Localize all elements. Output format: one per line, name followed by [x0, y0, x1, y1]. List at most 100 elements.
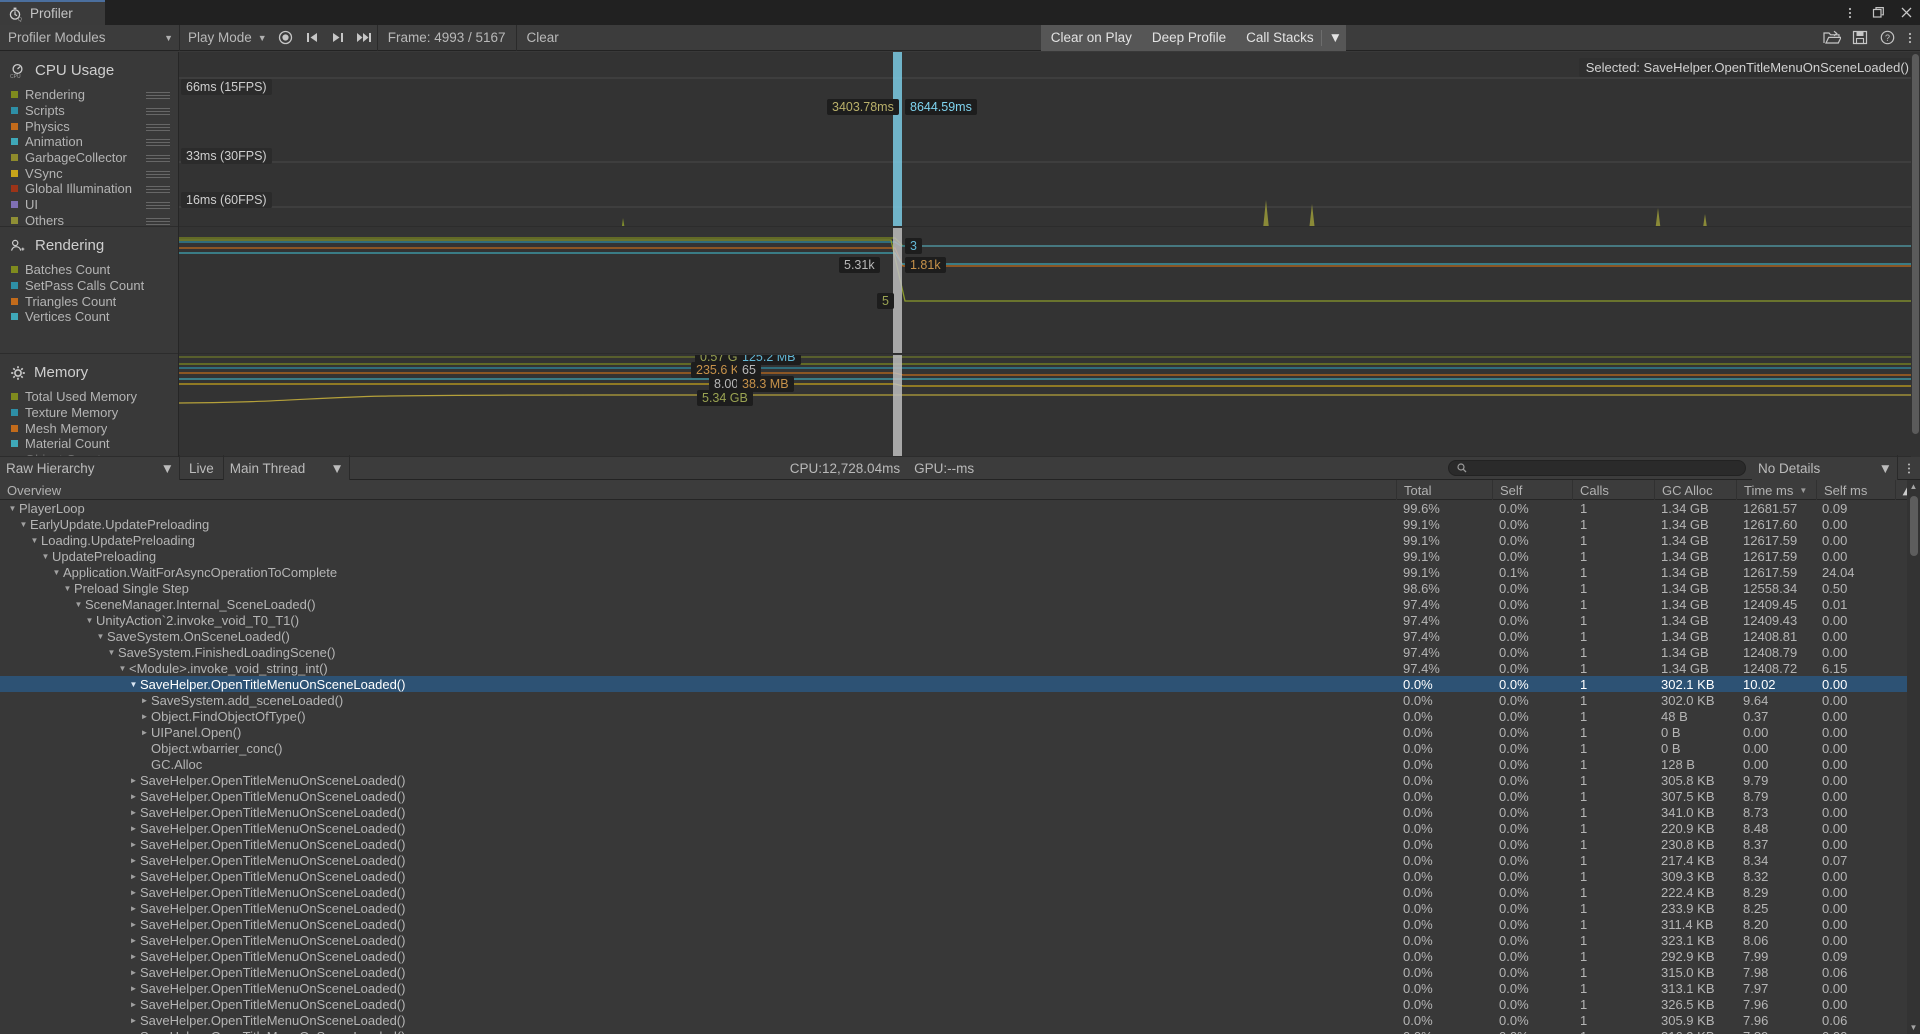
collapse-triangle-icon[interactable]: ▼	[127, 680, 140, 689]
cpu-usage-chart[interactable]: 66ms (15FPS) 33ms (30FPS) 16ms (60FPS) 3…	[179, 52, 1920, 227]
table-row[interactable]: ▼ SaveSystem.FinishedLoadingScene() 97.4% 0…	[0, 644, 1920, 660]
table-row[interactable]: ► SaveSystem.add_sceneLoaded() 0.0% 0.0% 1 30…	[0, 692, 1920, 708]
collapse-triangle-icon[interactable]: ▼	[17, 520, 30, 529]
memory-chart[interactable]: 0.57 GB 125.2 MB 235.6 KB 65 8.00k 38.3 …	[179, 355, 1920, 457]
table-row-selected[interactable]: ▼ SaveHelper.OpenTitleMenuOnSceneLoaded()…	[0, 676, 1920, 692]
table-row[interactable]: ►SaveHelper.OpenTitleMenuOnSceneLoaded()…	[0, 980, 1920, 996]
drag-handle-icon[interactable]	[146, 216, 170, 225]
close-icon[interactable]	[1898, 5, 1914, 21]
drag-handle-icon[interactable]	[146, 137, 170, 147]
counter-ui[interactable]: UI	[0, 197, 178, 213]
table-row[interactable]: ►SaveHelper.OpenTitleMenuOnSceneLoaded()…	[0, 788, 1920, 804]
table-row[interactable]: GC.Alloc 0.0% 0.0% 1 128 B 0.00 0.00	[0, 756, 1920, 772]
drag-handle-icon[interactable]	[146, 169, 170, 178]
table-row[interactable]: ►SaveHelper.OpenTitleMenuOnSceneLoaded()…	[0, 820, 1920, 836]
expand-triangle-icon[interactable]: ►	[127, 840, 140, 849]
table-row[interactable]: ▼ UpdatePreloading 99.1% 0.0% 1 1.34 GB 12617.…	[0, 548, 1920, 564]
clear-on-play-button[interactable]: Clear on Play	[1040, 24, 1142, 51]
table-row[interactable]: ►SaveHelper.OpenTitleMenuOnSceneLoaded()…	[0, 964, 1920, 980]
counter-setpass-calls-count[interactable]: SetPass Calls Count	[0, 278, 178, 294]
drag-handle-icon[interactable]	[146, 200, 170, 210]
record-button[interactable]	[273, 25, 299, 51]
column-header-total[interactable]: Total	[1396, 480, 1492, 500]
toolbar-overflow-button[interactable]	[1900, 25, 1920, 51]
search-input[interactable]	[1472, 461, 1737, 475]
collapse-triangle-icon[interactable]: ▼	[105, 648, 118, 657]
selected-frame-cursor[interactable]	[893, 52, 902, 226]
table-row[interactable]: ►SaveHelper.OpenTitleMenuOnSceneLoaded()…	[0, 916, 1920, 932]
first-frame-button[interactable]	[299, 25, 325, 51]
column-header-time-ms[interactable]: Time ms ▼	[1736, 480, 1816, 500]
table-row[interactable]: ▼ EarlyUpdate.UpdatePreloading 99.1% 0.0% 1 1…	[0, 516, 1920, 532]
table-row[interactable]: ▼ Preload Single Step 98.6% 0.0% 1 1.34 GB 125…	[0, 580, 1920, 596]
drag-handle-icon[interactable]	[146, 90, 170, 100]
load-profile-button[interactable]	[1818, 25, 1846, 51]
drag-handle-icon[interactable]	[146, 153, 170, 163]
kebab-menu-icon[interactable]	[1842, 5, 1858, 21]
counter-rendering[interactable]: Rendering	[0, 87, 178, 103]
module-cpu-usage[interactable]: CPU CPU Usage Rendering Scripts Physics	[0, 52, 178, 229]
table-row[interactable]: ►SaveHelper.OpenTitleMenuOnSceneLoaded()…	[0, 804, 1920, 820]
chart-scrollbar-thumb[interactable]	[1912, 54, 1919, 434]
expand-triangle-icon[interactable]: ►	[138, 728, 151, 737]
counter-mesh-memory[interactable]: Mesh Memory	[0, 420, 178, 436]
view-mode-dropdown[interactable]: Raw Hierarchy ▼	[0, 456, 179, 480]
collapse-triangle-icon[interactable]: ▼	[83, 616, 96, 625]
expand-triangle-icon[interactable]: ►	[138, 712, 151, 721]
chart-scrollbar[interactable]	[1911, 52, 1920, 457]
counter-triangles-count[interactable]: Triangles Count	[0, 293, 178, 309]
details-dropdown[interactable]: No Details ▼	[1752, 456, 1897, 480]
table-row[interactable]: ▼ Loading.UpdatePreloading 99.1% 0.0% 1 1.34 …	[0, 532, 1920, 548]
table-row[interactable]: ►SaveHelper.OpenTitleMenuOnSceneLoaded()…	[0, 772, 1920, 788]
table-row[interactable]: ▼ PlayerLoop 99.6% 0.0% 1 1.34 GB 12681.57 0.09	[0, 500, 1920, 516]
collapse-triangle-icon[interactable]: ▼	[116, 664, 129, 673]
expand-triangle-icon[interactable]: ►	[127, 776, 140, 785]
column-header-calls[interactable]: Calls	[1572, 480, 1654, 500]
collapse-triangle-icon[interactable]: ▼	[61, 584, 74, 593]
expand-triangle-icon[interactable]: ►	[127, 1016, 140, 1025]
thread-dropdown[interactable]: Main Thread ▼	[223, 456, 349, 480]
table-row[interactable]: ►SaveHelper.OpenTitleMenuOnSceneLoaded()…	[0, 900, 1920, 916]
collapse-triangle-icon[interactable]: ▼	[72, 600, 85, 609]
counter-others[interactable]: Others	[0, 213, 178, 229]
expand-triangle-icon[interactable]: ►	[127, 856, 140, 865]
table-row[interactable]: ▼ Application.WaitForAsyncOperationToComp…	[0, 564, 1920, 580]
counter-garbagecollector[interactable]: GarbageCollector	[0, 150, 178, 166]
expand-triangle-icon[interactable]: ►	[127, 904, 140, 913]
profiler-tab[interactable]: Q Profiler	[0, 0, 105, 25]
table-row[interactable]: ►SaveHelper.OpenTitleMenuOnSceneLoaded()…	[0, 932, 1920, 948]
expand-triangle-icon[interactable]: ►	[127, 968, 140, 977]
column-header-self[interactable]: Self	[1492, 480, 1572, 500]
collapse-triangle-icon[interactable]: ▼	[6, 504, 19, 513]
column-header-self-ms[interactable]: Self ms	[1816, 480, 1895, 500]
expand-triangle-icon[interactable]: ►	[127, 1000, 140, 1009]
search-box[interactable]	[1448, 460, 1746, 476]
table-row[interactable]: ►SaveHelper.OpenTitleMenuOnSceneLoaded()…	[0, 852, 1920, 868]
counter-animation[interactable]: Animation	[0, 134, 178, 150]
column-header-gc-alloc[interactable]: GC Alloc	[1654, 480, 1736, 500]
module-rendering[interactable]: Rendering Batches Count SetPass Calls Co…	[0, 227, 178, 354]
collapse-triangle-icon[interactable]: ▼	[39, 552, 52, 561]
table-row[interactable]: ►SaveHelper.OpenTitleMenuOnSceneLoaded()…	[0, 868, 1920, 884]
drag-handle-icon[interactable]	[146, 122, 170, 131]
profiler-modules-dropdown[interactable]: Profiler Modules ▼	[0, 25, 179, 51]
next-frame-button[interactable]	[325, 25, 351, 51]
selected-frame-cursor-rendering[interactable]	[893, 228, 902, 353]
expand-triangle-icon[interactable]: ►	[127, 952, 140, 961]
live-toggle[interactable]: Live	[180, 461, 223, 476]
deep-profile-button[interactable]: Deep Profile	[1141, 24, 1237, 51]
counter-physics[interactable]: Physics	[0, 118, 178, 134]
counter-batches-count[interactable]: Batches Count	[0, 262, 178, 278]
counter-vsync[interactable]: VSync	[0, 165, 178, 181]
expand-triangle-icon[interactable]: ►	[127, 872, 140, 881]
table-row[interactable]: ►SaveHelper.OpenTitleMenuOnSceneLoaded()…	[0, 1028, 1920, 1034]
counter-global-illumination[interactable]: Global Illumination	[0, 181, 178, 197]
table-row[interactable]: ►SaveHelper.OpenTitleMenuOnSceneLoaded()…	[0, 836, 1920, 852]
table-row[interactable]: ▼ UnityAction`2.invoke_void_T0_T1() 97.4% 0…	[0, 612, 1920, 628]
expand-triangle-icon[interactable]: ►	[127, 824, 140, 833]
drag-handle-icon[interactable]	[146, 106, 170, 116]
table-row[interactable]: ►SaveHelper.OpenTitleMenuOnSceneLoaded()…	[0, 948, 1920, 964]
drag-handle-icon[interactable]	[146, 184, 170, 194]
selected-frame-cursor-memory[interactable]	[893, 355, 902, 456]
hierarchy-table[interactable]: ▼ PlayerLoop 99.6% 0.0% 1 1.34 GB 12681.57 0.09…	[0, 500, 1920, 1034]
